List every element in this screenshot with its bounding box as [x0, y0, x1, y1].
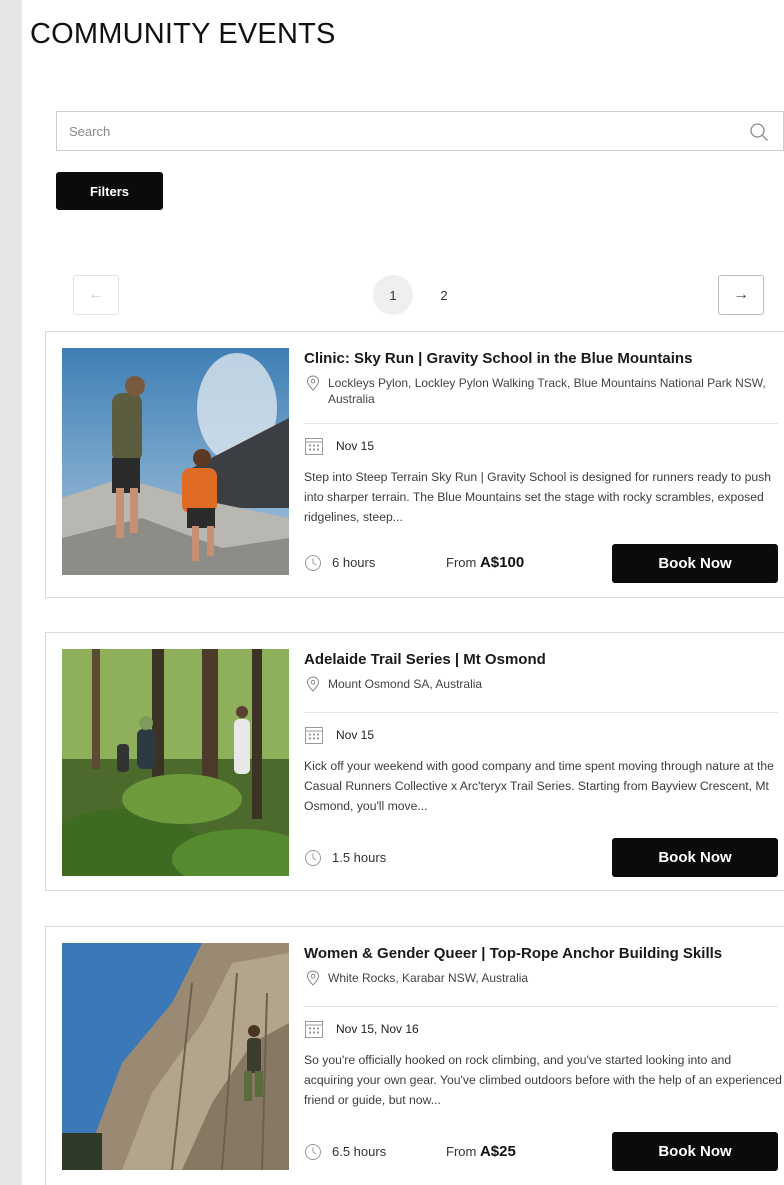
location-pin-icon: [306, 970, 320, 986]
event-location: Mount Osmond SA, Australia: [304, 676, 774, 692]
book-now-button[interactable]: Book Now: [612, 838, 778, 877]
event-duration: 1.5 hours: [304, 849, 386, 867]
event-price: From A$25: [446, 1143, 516, 1161]
price-prefix: From: [446, 1144, 477, 1159]
search-input[interactable]: [57, 112, 783, 150]
pagination-page-2[interactable]: 2: [424, 275, 464, 315]
event-date: Nov 15: [304, 437, 374, 455]
event-duration-text: 6 hours: [332, 555, 376, 570]
event-image-trail-runners[interactable]: [62, 348, 289, 575]
pagination-prev-button[interactable]: ←: [73, 275, 119, 315]
event-duration: 6.5 hours: [304, 1143, 386, 1161]
price-value: A$100: [479, 554, 525, 571]
book-now-button[interactable]: Book Now: [612, 544, 778, 583]
event-location-text: Lockleys Pylon, Lockley Pylon Walking Tr…: [328, 376, 766, 406]
event-title[interactable]: Clinic: Sky Run | Gravity School in the …: [304, 350, 692, 367]
calendar-icon: [305, 727, 323, 744]
divider: [304, 712, 778, 713]
event-title[interactable]: Women & Gender Queer | Top-Rope Anchor B…: [304, 945, 722, 962]
calendar-icon: [305, 438, 323, 455]
event-date-text: Nov 15: [336, 728, 375, 742]
event-image-rock-climbing[interactable]: [62, 943, 289, 1170]
event-duration: 6 hours: [304, 554, 375, 572]
event-price: From A$100: [446, 554, 524, 572]
event-date: Nov 15: [304, 726, 374, 744]
event-location: Lockleys Pylon, Lockley Pylon Walking Tr…: [304, 375, 774, 407]
pagination-next-button[interactable]: →: [718, 275, 764, 315]
search-box[interactable]: [56, 111, 784, 151]
event-location-text: White Rocks, Karabar NSW, Australia: [328, 971, 529, 985]
event-title[interactable]: Adelaide Trail Series | Mt Osmond: [304, 651, 546, 668]
clock-icon: [305, 850, 321, 866]
filters-button[interactable]: Filters: [56, 172, 163, 210]
event-location-text: Mount Osmond SA, Australia: [328, 677, 483, 691]
event-card[interactable]: Women & Gender Queer | Top-Rope Anchor B…: [45, 926, 784, 1185]
price-value: A$25: [479, 1143, 516, 1160]
calendar-icon: [305, 1021, 323, 1038]
event-duration-text: 1.5 hours: [332, 850, 387, 865]
clock-icon: [305, 1144, 321, 1160]
event-date-text: Nov 15, Nov 16: [336, 1022, 419, 1036]
pagination-page-1[interactable]: 1: [373, 275, 413, 315]
divider: [304, 1006, 778, 1007]
event-date: Nov 15, Nov 16: [304, 1020, 419, 1038]
location-pin-icon: [306, 375, 320, 391]
event-duration-text: 6.5 hours: [332, 1144, 387, 1159]
events-page: COMMUNITY EVENTS Filters ← 1 2 →: [22, 0, 784, 1185]
event-card[interactable]: Adelaide Trail Series | Mt Osmond Mount …: [45, 632, 784, 891]
event-description: Step into Steep Terrain Sky Run | Gravit…: [304, 470, 771, 524]
divider: [304, 423, 778, 424]
event-description: Kick off your weekend with good company …: [304, 759, 774, 813]
event-description: So you're officially hooked on rock clim…: [304, 1053, 782, 1107]
page-title: COMMUNITY EVENTS: [30, 18, 336, 50]
event-card[interactable]: Clinic: Sky Run | Gravity School in the …: [45, 331, 784, 598]
event-image-forest-trail[interactable]: [62, 649, 289, 876]
location-pin-icon: [306, 676, 320, 692]
clock-icon: [305, 555, 321, 571]
event-date-text: Nov 15: [336, 439, 375, 453]
search-icon[interactable]: [749, 122, 769, 142]
price-prefix: From: [446, 555, 477, 570]
arrow-left-icon: ←: [88, 286, 104, 303]
book-now-button[interactable]: Book Now: [612, 1132, 778, 1171]
event-location: White Rocks, Karabar NSW, Australia: [304, 970, 774, 986]
arrow-right-icon: →: [733, 286, 749, 303]
